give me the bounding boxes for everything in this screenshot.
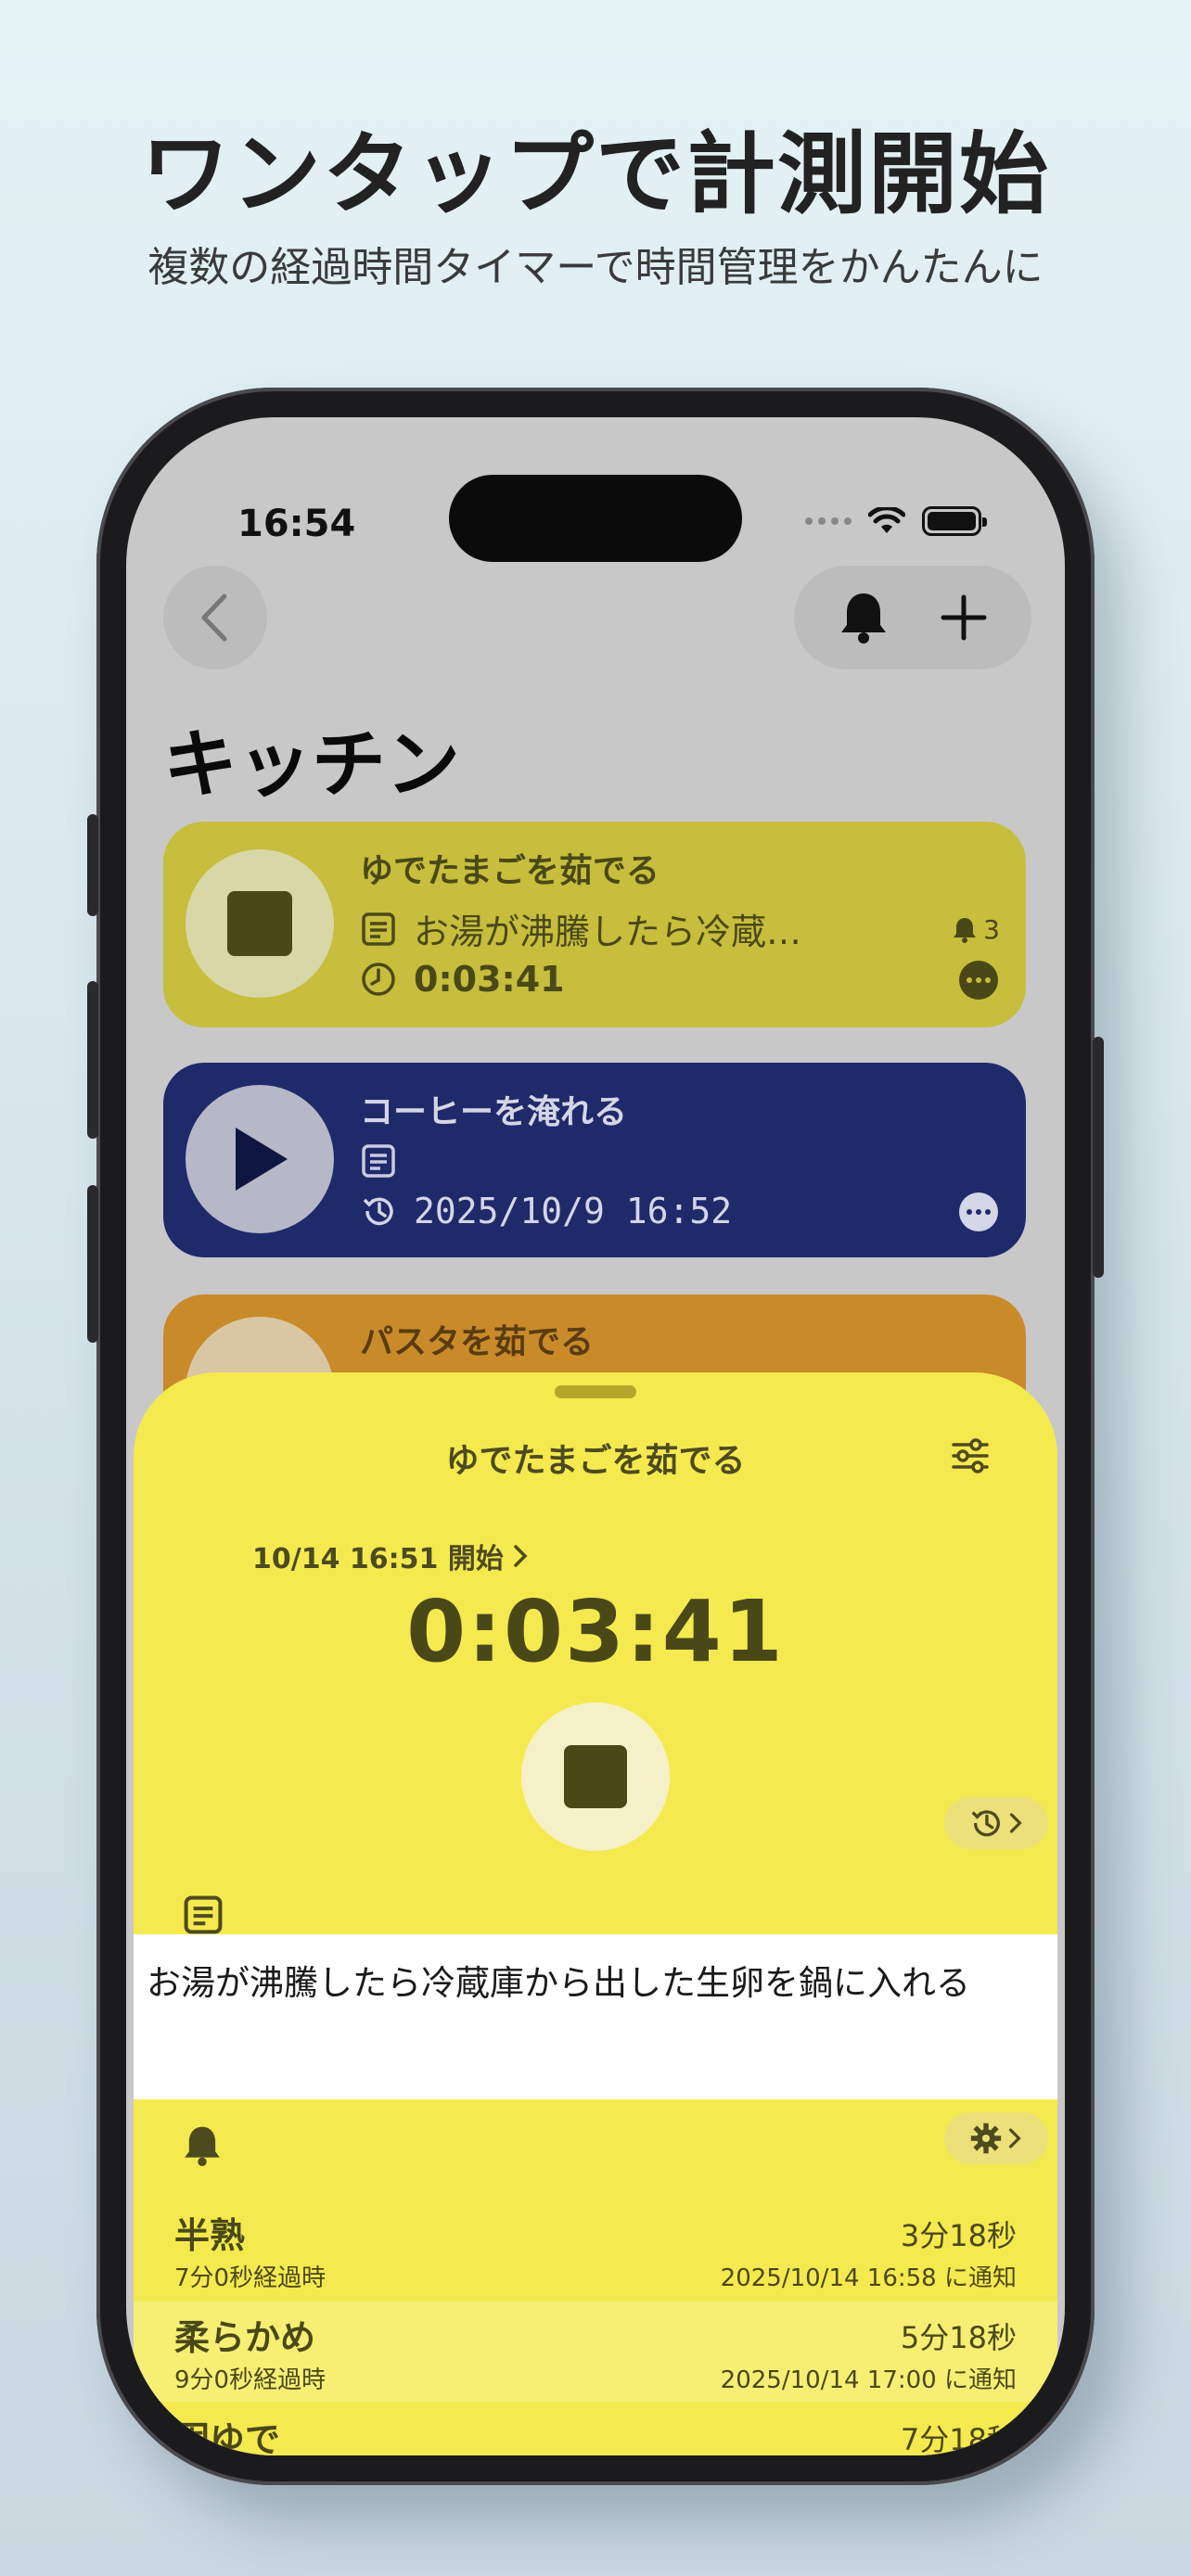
sliders-icon[interactable]	[950, 1435, 991, 1476]
stop-icon	[227, 891, 292, 956]
chevron-right-icon	[1008, 2128, 1021, 2149]
notification-name: 半熟	[174, 2215, 246, 2256]
timer-last-run: 2025/10/9 16:52	[414, 1191, 733, 1231]
mute-switch	[87, 814, 98, 916]
notification-row[interactable]: 固ゆで 7分18秒	[134, 2404, 1057, 2455]
timer-card[interactable]: コーヒーを淹れる 2025/10/9 16:52	[163, 1063, 1026, 1257]
add-icon[interactable]	[940, 593, 988, 642]
volume-up-button	[87, 981, 98, 1139]
sheet-title: ゆでたまごを茹でる	[445, 1442, 746, 1480]
status-icons	[805, 506, 987, 536]
chevron-right-icon	[514, 1545, 528, 1567]
play-icon	[236, 1128, 288, 1191]
back-button[interactable]	[163, 566, 267, 670]
wifi-icon	[868, 507, 905, 533]
elapsed-time: 0:03:41	[406, 1582, 785, 1681]
alarm-badge: 3	[952, 914, 1000, 945]
notification-row[interactable]: 半熟 7分0秒経過時 3分18秒 2025/10/14 16:58 に通知	[134, 2200, 1057, 2300]
page-title: キッチン	[163, 721, 460, 808]
history-icon	[971, 1810, 1000, 1837]
timer-memo-row	[360, 1142, 414, 1180]
app-screen: 16:54 キッチン ゆでたまごを茹でる お湯が沸騰したら冷蔵… 0:03:41…	[126, 417, 1065, 2455]
play-button[interactable]	[186, 1085, 334, 1233]
timer-history-row: 2025/10/9 16:52	[360, 1191, 732, 1231]
battery-icon	[922, 506, 987, 536]
timer-memo-row: お湯が沸騰したら冷蔵…	[360, 903, 801, 954]
promo-subhead: 複数の経過時間タイマーで時間管理をかんたんに	[147, 244, 1044, 291]
notification-remaining: 3分18秒	[900, 2218, 1017, 2253]
dynamic-island	[449, 475, 742, 562]
timer-card[interactable]: ゆでたまごを茹でる お湯が沸騰したら冷蔵… 0:03:41 3	[163, 822, 1026, 1027]
timer-elapsed-row: 0:03:41	[360, 959, 565, 1000]
cellular-icon	[805, 517, 852, 525]
gear-icon	[970, 2123, 1002, 2154]
notification-settings-button[interactable]	[944, 2112, 1048, 2164]
timer-memo: お湯が沸騰したら冷蔵…	[414, 912, 802, 952]
clock-icon	[362, 963, 395, 996]
status-time: 16:54	[237, 503, 356, 545]
power-button	[1093, 1037, 1104, 1278]
notification-after: 7分0秒経過時	[174, 2264, 327, 2292]
history-icon	[363, 1197, 393, 1226]
notification-row[interactable]: 柔らかめ 9分0秒経過時 5分18秒 2025/10/14 17:00 に通知	[134, 2302, 1057, 2402]
toolbar-actions	[794, 566, 1031, 670]
notification-at: 2025/10/14 17:00 に通知	[720, 2366, 1017, 2394]
start-time-label: 10/14 16:51 開始	[252, 1543, 504, 1575]
phone-frame: 16:54 キッチン ゆでたまごを茹でる お湯が沸騰したら冷蔵… 0:03:41…	[87, 388, 1104, 2485]
timer-detail-sheet: ゆでたまごを茹でる 10/14 16:51 開始 0:03:41 お湯が沸騰した…	[134, 1372, 1057, 2455]
timer-title: パスタを茹でる	[360, 1323, 595, 1361]
promo-headline: ワンタップで計測開始	[141, 122, 1050, 226]
volume-down-button	[87, 1185, 98, 1343]
history-button[interactable]	[944, 1797, 1048, 1849]
bell-icon	[185, 2126, 220, 2166]
memo-icon	[362, 912, 395, 946]
stop-button[interactable]	[186, 849, 334, 998]
timer-title: コーヒーを淹れる	[360, 1093, 628, 1131]
timer-title: ゆでたまごを茹でる	[360, 852, 660, 890]
notification-name: 柔らかめ	[174, 2317, 316, 2358]
more-button[interactable]	[959, 961, 998, 1000]
memo-icon	[184, 1895, 223, 1934]
notification-after: 9分0秒経過時	[174, 2366, 327, 2394]
chevron-left-icon	[201, 593, 227, 642]
sheet-grabber[interactable]	[555, 1385, 636, 1398]
notification-at: 2025/10/14 16:58 に通知	[720, 2264, 1017, 2292]
notification-name: 固ゆで	[174, 2419, 281, 2455]
start-time-link[interactable]: 10/14 16:51 開始	[252, 1536, 530, 1576]
notification-remaining: 7分18秒	[900, 2422, 1017, 2455]
bell-icon	[954, 917, 977, 943]
alarm-count: 3	[983, 914, 1000, 945]
stop-button[interactable]	[521, 1702, 670, 1851]
chevron-right-icon	[1009, 1813, 1022, 1833]
stop-icon	[564, 1745, 627, 1808]
notification-remaining: 5分18秒	[900, 2320, 1017, 2355]
more-button[interactable]	[959, 1192, 998, 1231]
bell-icon[interactable]	[838, 590, 890, 645]
memo-field[interactable]: お湯が沸騰したら冷蔵庫から出した生卵を鍋に入れる	[134, 1934, 1057, 2099]
memo-icon	[362, 1144, 395, 1178]
timer-elapsed: 0:03:41	[414, 959, 565, 1000]
